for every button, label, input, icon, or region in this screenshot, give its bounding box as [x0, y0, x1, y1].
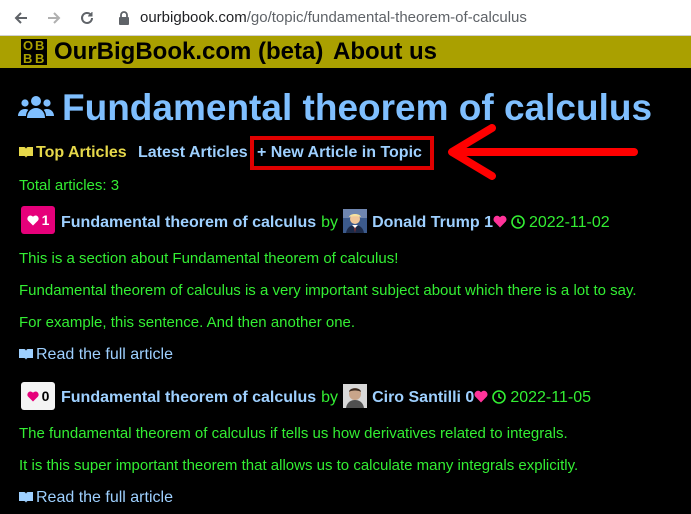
site-brand-link[interactable]: OurBigBook.com (beta) [54, 38, 323, 66]
address-bar[interactable]: ourbigbook.com/go/topic/fundamental-theo… [140, 8, 527, 28]
article-body-line: For example, this sentence. And then ano… [19, 314, 356, 331]
browser-toolbar: ourbigbook.com/go/topic/fundamental-theo… [0, 0, 691, 36]
author-score: 1 [484, 214, 493, 231]
avatar[interactable] [343, 384, 368, 408]
article-body-line: The fundamental theorem of calculus if t… [19, 425, 568, 442]
author-link[interactable]: Ciro Santilli 0 [372, 389, 474, 406]
clock-icon [492, 390, 507, 404]
heart-icon [26, 391, 39, 401]
read-full-article-link[interactable]: Read the full article [19, 345, 173, 365]
total-articles: Total articles: 3 [19, 177, 120, 194]
author-score: 0 [465, 389, 475, 406]
article-date: 2022-11-02 [528, 214, 610, 231]
book-open-icon [19, 492, 33, 503]
article-title-link[interactable]: Fundamental theorem of calculus [61, 389, 316, 406]
by-label: by [321, 214, 339, 231]
article-body-line: Fundamental theorem of calculus is a ver… [19, 282, 637, 299]
logo-letter: B [35, 51, 45, 66]
back-arrow-icon[interactable] [10, 7, 32, 29]
users-icon [18, 96, 54, 118]
read-full-article-link[interactable]: Read the full article [19, 488, 173, 508]
read-more-label: Read the full article [36, 346, 173, 363]
article-title-link[interactable]: Fundamental theorem of calculus [61, 214, 316, 231]
tab-top-label: Top Articles [36, 144, 127, 161]
url-host: ourbigbook.com [140, 9, 247, 26]
author-name: Donald Trump [372, 214, 480, 231]
author-name: Ciro Santilli [372, 389, 461, 406]
lock-icon[interactable] [117, 10, 131, 26]
author-link[interactable]: Donald Trump 1 [372, 214, 493, 231]
article-header: Fundamental theorem of calculus by Ciro Sa… [61, 384, 591, 409]
like-count: 0 [41, 388, 50, 404]
by-label: by [321, 389, 339, 406]
red-arrow-annotation [448, 124, 638, 180]
article-body-line: This is a section about Fundamental theo… [19, 250, 399, 267]
article-header: Fundamental theorem of calculus by Donald … [61, 209, 610, 234]
read-more-label: Read the full article [36, 489, 173, 506]
forward-arrow-icon[interactable] [43, 7, 65, 29]
tab-latest-articles[interactable]: Latest Articles [138, 143, 248, 163]
article-date: 2022-11-05 [510, 389, 591, 406]
logo-letter: B [23, 51, 33, 66]
clock-icon [511, 215, 525, 229]
avatar[interactable] [343, 209, 368, 233]
like-button[interactable]: 1 [21, 206, 55, 234]
like-count: 1 [41, 212, 50, 228]
book-open-icon [19, 349, 33, 360]
url-path: /go/topic/fundamental-theorem-of-calculu… [246, 9, 527, 26]
highlight-box [250, 136, 434, 170]
like-button[interactable]: 0 [21, 382, 55, 410]
heart-icon [26, 215, 39, 225]
reload-icon[interactable] [76, 7, 98, 29]
about-link[interactable]: About us [333, 38, 437, 66]
book-open-icon [19, 147, 33, 158]
heart-icon [493, 215, 507, 228]
site-logo[interactable]: O B B B [21, 39, 47, 65]
article-body-line: It is this super important theorem that … [19, 457, 579, 474]
heart-icon [474, 390, 488, 403]
tab-top-articles[interactable]: Top Articles [19, 143, 127, 163]
